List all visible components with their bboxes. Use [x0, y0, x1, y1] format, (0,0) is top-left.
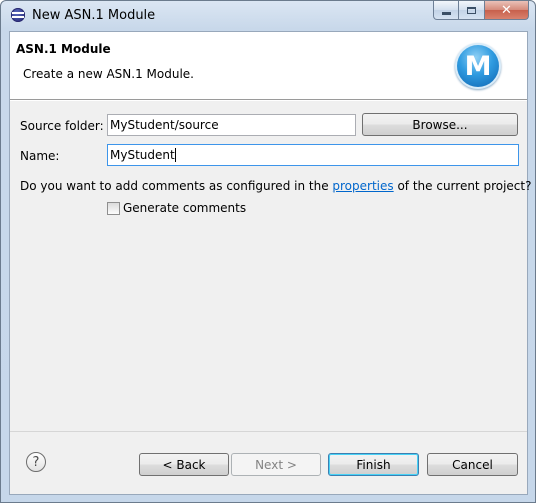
- cancel-button-label: Cancel: [452, 457, 493, 472]
- eclipse-icon: [11, 8, 25, 22]
- properties-link[interactable]: properties: [332, 179, 393, 193]
- cancel-button[interactable]: Cancel: [427, 453, 518, 476]
- help-icon: ?: [32, 454, 40, 470]
- window-controls: ✕: [433, 1, 529, 21]
- page-description: Create a new ASN.1 Module.: [23, 67, 194, 81]
- generate-comments-checkbox[interactable]: [107, 202, 120, 215]
- logo-letter: M: [464, 50, 492, 82]
- page-title: ASN.1 Module: [16, 42, 111, 56]
- maximize-button[interactable]: [459, 1, 485, 20]
- dialog-content: ASN.1 Module Create a new ASN.1 Module. …: [9, 31, 531, 495]
- footer-separator: [10, 431, 527, 432]
- name-value: MyStudent: [110, 148, 175, 162]
- maximize-icon: [467, 6, 476, 14]
- next-button[interactable]: Next >: [231, 453, 321, 476]
- comments-question: Do you want to add comments as configure…: [20, 179, 531, 193]
- title-bar[interactable]: New ASN.1 Module ✕: [1, 1, 535, 29]
- window-title: New ASN.1 Module: [32, 8, 156, 23]
- asn1-module-logo-icon: M: [457, 45, 499, 87]
- generate-comments-label[interactable]: Generate comments: [123, 201, 246, 215]
- back-button[interactable]: < Back: [139, 453, 229, 476]
- title-area: ASN.1 Module Create a new ASN.1 Module. …: [10, 32, 527, 100]
- close-button[interactable]: ✕: [485, 1, 529, 20]
- name-label: Name:: [20, 149, 60, 163]
- text-caret: [174, 148, 176, 162]
- finish-button[interactable]: Finish: [328, 453, 419, 476]
- dialog-window: New ASN.1 Module ✕ ASN.1 Module Create a…: [0, 0, 536, 503]
- close-icon: ✕: [501, 2, 512, 18]
- comments-prefix: Do you want to add comments as configure…: [20, 179, 333, 193]
- browse-button-label: Browse...: [412, 117, 468, 132]
- source-folder-input[interactable]: MyStudent/source: [107, 114, 356, 136]
- help-button[interactable]: ?: [26, 452, 46, 472]
- minimize-button[interactable]: [433, 1, 459, 20]
- minimize-icon: [441, 11, 451, 15]
- next-button-label: Next >: [255, 457, 297, 472]
- banner-separator: [10, 100, 527, 101]
- browse-button[interactable]: Browse...: [362, 113, 518, 136]
- comments-suffix: of the current project?: [393, 179, 532, 193]
- name-input[interactable]: MyStudent: [107, 144, 519, 166]
- source-folder-label: Source folder:: [20, 119, 104, 133]
- finish-button-label: Finish: [356, 457, 391, 472]
- source-folder-value: MyStudent/source: [110, 118, 219, 132]
- back-button-label: < Back: [162, 457, 206, 472]
